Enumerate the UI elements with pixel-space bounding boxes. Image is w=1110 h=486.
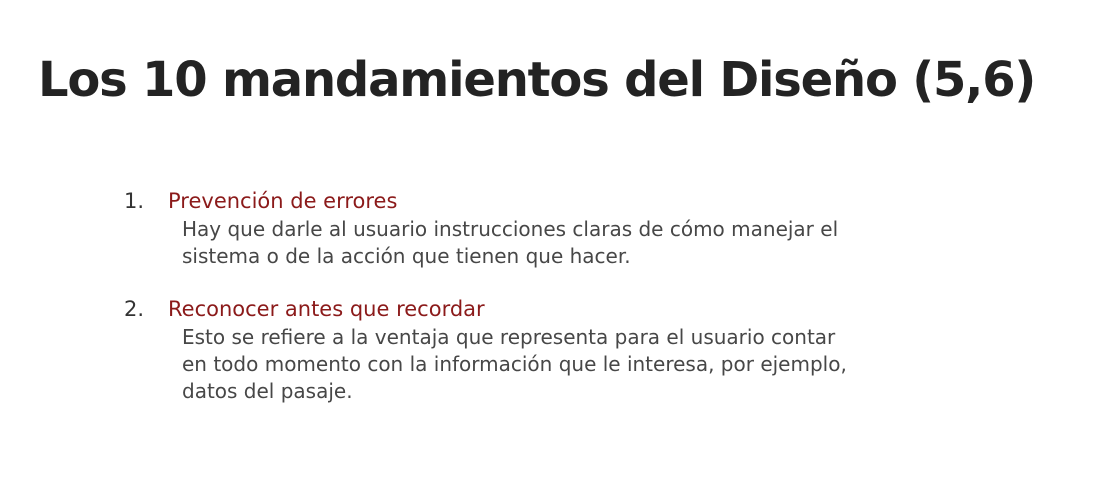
item-number: 1. [124,189,145,213]
mandamientos-list: 1. Prevención de errores Hay que darle a… [124,186,944,429]
description-line: Hay que darle al usuario instrucciones c… [182,217,839,241]
list-item: 1. Prevención de errores Hay que darle a… [124,186,944,270]
description-line: sistema o de la acción que tienen que ha… [182,244,631,268]
item-heading: Reconocer antes que recordar [168,297,485,321]
description-line: en todo momento con la información que l… [182,352,847,376]
list-item: 2. Reconocer antes que recordar Esto se … [124,294,944,405]
item-number: 2. [124,297,145,321]
description-line: datos del pasaje. [182,379,353,403]
item-description: Esto se refiere a la ventaja que represe… [182,324,942,405]
item-heading: Prevención de errores [168,189,398,213]
slide-title: Los 10 mandamientos del Diseño (5,6) [38,52,1036,108]
item-description: Hay que darle al usuario instrucciones c… [182,216,942,270]
description-line: Esto se refiere a la ventaja que represe… [182,325,836,349]
